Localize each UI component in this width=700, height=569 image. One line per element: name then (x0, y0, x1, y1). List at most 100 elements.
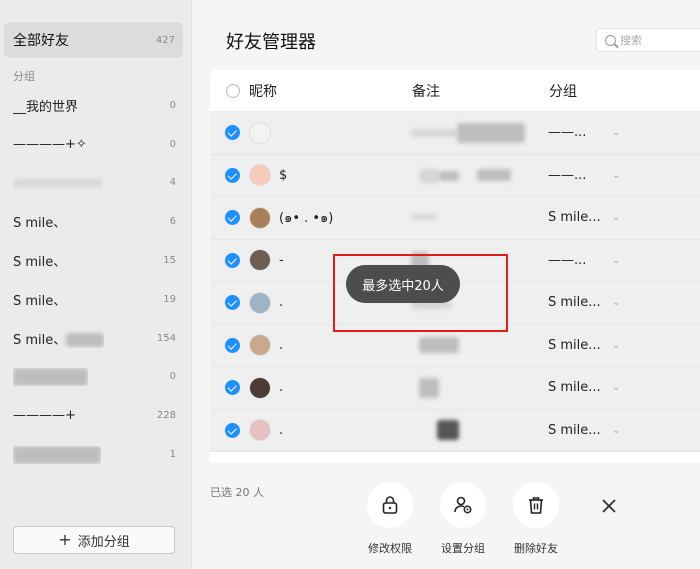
avatar (249, 164, 271, 187)
row-checkbox[interactable] (225, 125, 240, 141)
group-name (13, 175, 103, 190)
column-group: 分组 (549, 83, 577, 100)
table-row[interactable]: . S mile... ⌄ (210, 325, 700, 367)
group-item[interactable]: S mile、 154 (0, 319, 192, 358)
row-group[interactable]: ——... (548, 125, 610, 140)
all-friends-count: 427 (155, 34, 175, 46)
avatar (249, 419, 271, 442)
column-note: 备注 (412, 83, 440, 100)
group-name: S mile、 (13, 255, 67, 271)
table-header: 昵称 备注 分组 (210, 70, 700, 112)
row-group[interactable]: S mile... (548, 295, 610, 310)
row-note (411, 165, 548, 185)
chevron-down-icon[interactable]: ⌄ (612, 340, 620, 351)
table-row[interactable]: $ ——... ⌄ (210, 155, 700, 197)
group-item[interactable]: S mile、 15 (0, 241, 192, 280)
group-count: 154 (156, 332, 176, 344)
row-nickname: (๑• . •๑) (279, 211, 334, 227)
set-group-button[interactable]: 设置分组 (428, 482, 498, 556)
group-item[interactable]: 4 (0, 164, 192, 203)
row-nickname: $ (279, 167, 288, 183)
selected-count: 已选 20 人 (210, 486, 264, 499)
chevron-down-icon[interactable]: ⌄ (612, 297, 620, 308)
avatar (249, 376, 271, 399)
table-row[interactable]: . S mile... ⌄ (210, 367, 700, 410)
group-count: 0 (169, 138, 176, 150)
all-friends-item[interactable]: 全部好友 427 (4, 22, 183, 58)
delete-friend-label: 删除好友 (514, 542, 558, 555)
group-count: 19 (163, 293, 176, 305)
chevron-down-icon[interactable]: ⌄ (612, 425, 620, 436)
chevron-down-icon[interactable]: ⌄ (612, 255, 620, 266)
lock-icon[interactable] (367, 482, 413, 528)
avatar (249, 249, 271, 272)
group-item[interactable]: ————+✧ 0 (0, 125, 192, 164)
delete-friend-button[interactable]: 删除好友 (501, 482, 571, 556)
all-friends-label: 全部好友 (13, 33, 69, 49)
select-all-checkbox[interactable] (226, 83, 240, 98)
row-checkbox[interactable] (225, 380, 240, 396)
row-group[interactable]: S mile... (548, 380, 610, 395)
avatar (249, 291, 271, 314)
table-row[interactable]: (๑• . •๑) S mile... ⌄ (210, 197, 700, 240)
group-count: 228 (156, 410, 176, 422)
group-item[interactable]: S mile、 6 (0, 202, 192, 241)
row-note (411, 420, 548, 441)
chevron-down-icon[interactable]: ⌄ (612, 382, 620, 393)
chevron-down-icon[interactable]: ⌄ (612, 127, 620, 138)
group-count: 1 (169, 449, 176, 461)
group-count: 0 (169, 371, 176, 383)
row-note (411, 208, 548, 228)
page-title: 好友管理器 (226, 32, 316, 53)
group-item[interactable]: ————+ 228 (0, 396, 192, 435)
column-nickname: 昵称 (249, 83, 277, 100)
group-name: ————+ (13, 408, 76, 424)
row-group[interactable]: S mile... (548, 423, 610, 438)
group-name: S mile、 (13, 329, 105, 348)
trash-icon[interactable] (513, 482, 559, 528)
group-name: S mile、 (13, 293, 67, 309)
max-selection-toast: 最多选中20人 (346, 265, 460, 303)
group-name: __我的世界 (13, 99, 79, 115)
search-placeholder: 搜索 (620, 34, 642, 47)
close-icon[interactable] (597, 494, 621, 518)
group-item[interactable]: __我的世界 0 (0, 86, 192, 125)
row-note (411, 122, 548, 143)
plus-icon: + (58, 530, 72, 549)
row-checkbox[interactable] (225, 210, 240, 226)
friends-table: 昵称 备注 分组 ——... ⌄ $ ——... ⌄ (๑• . •๑) S m… (210, 70, 700, 463)
group-item[interactable]: S mile、 19 (0, 280, 192, 319)
row-checkbox[interactable] (225, 252, 240, 268)
row-note (411, 335, 548, 355)
group-list: __我的世界 0 ————+✧ 0 4 S mile、 6 S mile、 15 S m… (0, 86, 192, 474)
sidebar: 全部好友 427 分组 __我的世界 0 ————+✧ 0 4 S mile、 6 S… (0, 0, 192, 569)
group-item[interactable]: 1 (0, 435, 192, 474)
user-settings-icon[interactable] (440, 482, 486, 528)
modify-permission-button[interactable]: 修改权限 (355, 482, 425, 556)
row-group[interactable]: S mile... (548, 338, 610, 353)
group-name (13, 445, 101, 464)
search-input[interactable]: 搜索 (596, 28, 700, 52)
set-group-label: 设置分组 (441, 542, 485, 555)
chevron-down-icon[interactable]: ⌄ (612, 170, 620, 181)
row-group[interactable]: ——... (548, 168, 610, 183)
add-group-button[interactable]: + 添加分组 (13, 526, 175, 554)
row-nickname: . (279, 337, 284, 353)
row-group[interactable]: S mile... (548, 210, 610, 225)
group-count: 4 (169, 177, 176, 189)
table-row[interactable]: ——... ⌄ (210, 112, 700, 155)
add-group-label: 添加分组 (77, 534, 130, 550)
chevron-down-icon[interactable]: ⌄ (612, 212, 620, 223)
avatar (249, 334, 271, 357)
group-item[interactable]: 0 (0, 358, 192, 397)
row-note (411, 377, 548, 398)
row-checkbox[interactable] (225, 295, 240, 311)
row-group[interactable]: ——... (548, 253, 610, 268)
group-name (13, 367, 88, 386)
row-nickname: . (279, 422, 284, 438)
search-icon (605, 34, 616, 46)
row-checkbox[interactable] (225, 337, 240, 353)
row-checkbox[interactable] (225, 422, 240, 438)
table-row[interactable]: . S mile... ⌄ (210, 410, 700, 452)
row-checkbox[interactable] (225, 167, 240, 183)
